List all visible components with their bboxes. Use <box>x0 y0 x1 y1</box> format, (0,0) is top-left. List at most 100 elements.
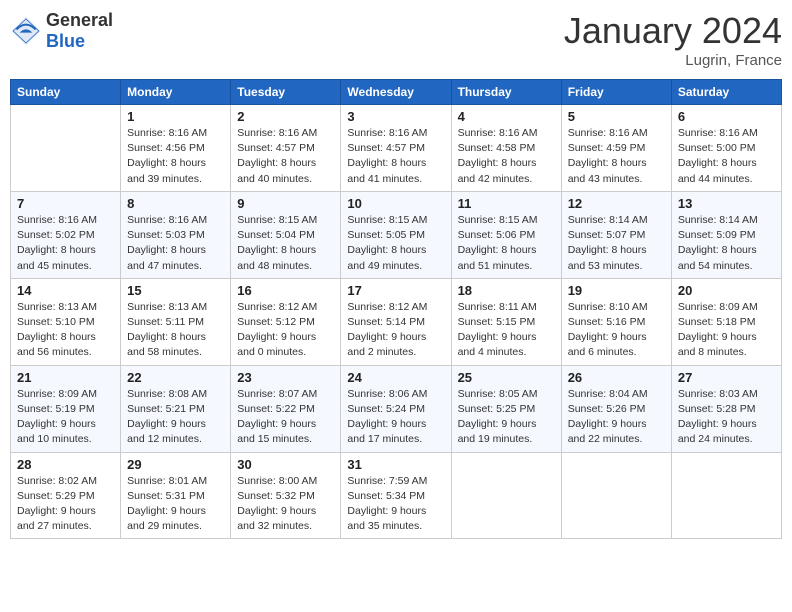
weekday-header-monday: Monday <box>121 80 231 105</box>
calendar-cell: 31 Sunrise: 7:59 AMSunset: 5:34 PMDayligh… <box>341 452 451 539</box>
day-number: 12 <box>568 196 665 211</box>
calendar-cell: 1 Sunrise: 8:16 AMSunset: 4:56 PMDaylight… <box>121 105 231 192</box>
calendar-cell: 26 Sunrise: 8:04 AMSunset: 5:26 PMDayligh… <box>561 365 671 452</box>
day-info: Sunrise: 8:15 AMSunset: 5:05 PMDaylight:… <box>347 213 444 274</box>
day-info: Sunrise: 8:08 AMSunset: 5:21 PMDaylight:… <box>127 387 224 448</box>
day-number: 6 <box>678 109 775 124</box>
calendar-cell <box>561 452 671 539</box>
day-number: 27 <box>678 370 775 385</box>
calendar-cell: 15 Sunrise: 8:13 AMSunset: 5:11 PMDayligh… <box>121 278 231 365</box>
weekday-header-friday: Friday <box>561 80 671 105</box>
calendar-cell: 23 Sunrise: 8:07 AMSunset: 5:22 PMDayligh… <box>231 365 341 452</box>
week-row-4: 28Sunrise: 8:02 AMSunset: 5:29 PMDayligh… <box>11 452 782 539</box>
day-number: 26 <box>568 370 665 385</box>
day-info: Sunrise: 8:16 AMSunset: 4:57 PMDaylight:… <box>237 126 334 187</box>
day-number: 5 <box>568 109 665 124</box>
calendar-cell: 21 Sunrise: 8:09 AMSunset: 5:19 PMDayligh… <box>11 365 121 452</box>
day-number: 11 <box>458 196 555 211</box>
day-info: Sunrise: 8:16 AMSunset: 5:03 PMDaylight:… <box>127 213 224 274</box>
day-number: 13 <box>678 196 775 211</box>
day-info: Sunrise: 8:09 AMSunset: 5:18 PMDaylight:… <box>678 300 775 361</box>
calendar-cell: 30Sunrise: 8:00 AMSunset: 5:32 PMDayligh… <box>231 452 341 539</box>
day-info: Sunrise: 8:15 AMSunset: 5:04 PMDaylight:… <box>237 213 334 274</box>
day-number: 16 <box>237 283 334 298</box>
day-info: Sunrise: 8:04 AMSunset: 5:26 PMDaylight:… <box>568 387 665 448</box>
day-number: 23 <box>237 370 334 385</box>
calendar-cell <box>671 452 781 539</box>
day-info: Sunrise: 8:13 AMSunset: 5:11 PMDaylight:… <box>127 300 224 361</box>
day-info: Sunrise: 8:00 AMSunset: 5:32 PMDaylight:… <box>237 474 334 535</box>
day-number: 4 <box>458 109 555 124</box>
day-info: Sunrise: 8:03 AMSunset: 5:28 PMDaylight:… <box>678 387 775 448</box>
day-info: Sunrise: 8:16 AMSunset: 4:59 PMDaylight:… <box>568 126 665 187</box>
calendar-cell: 25 Sunrise: 8:05 AMSunset: 5:25 PMDayligh… <box>451 365 561 452</box>
day-info: Sunrise: 8:09 AMSunset: 5:19 PMDaylight:… <box>17 387 114 448</box>
calendar-cell: 10 Sunrise: 8:15 AMSunset: 5:05 PMDayligh… <box>341 191 451 278</box>
weekday-header-wednesday: Wednesday <box>341 80 451 105</box>
day-info: Sunrise: 8:11 AMSunset: 5:15 PMDaylight:… <box>458 300 555 361</box>
day-number: 20 <box>678 283 775 298</box>
day-number: 17 <box>347 283 444 298</box>
day-info: Sunrise: 8:13 AMSunset: 5:10 PMDaylight:… <box>17 300 114 361</box>
calendar-cell: 28Sunrise: 8:02 AMSunset: 5:29 PMDayligh… <box>11 452 121 539</box>
month-title: January 2024 <box>564 10 782 52</box>
day-info: Sunrise: 8:16 AMSunset: 5:00 PMDaylight:… <box>678 126 775 187</box>
day-info: Sunrise: 8:07 AMSunset: 5:22 PMDaylight:… <box>237 387 334 448</box>
day-number: 31 <box>347 457 444 472</box>
calendar-cell <box>451 452 561 539</box>
weekday-header-thursday: Thursday <box>451 80 561 105</box>
day-number: 10 <box>347 196 444 211</box>
day-number: 29 <box>127 457 224 472</box>
day-number: 15 <box>127 283 224 298</box>
day-number: 18 <box>458 283 555 298</box>
day-info: Sunrise: 8:05 AMSunset: 5:25 PMDaylight:… <box>458 387 555 448</box>
location: Lugrin, France <box>564 52 782 69</box>
day-info: Sunrise: 8:16 AMSunset: 4:56 PMDaylight:… <box>127 126 224 187</box>
day-info: Sunrise: 8:16 AMSunset: 4:57 PMDaylight:… <box>347 126 444 187</box>
day-number: 1 <box>127 109 224 124</box>
day-number: 8 <box>127 196 224 211</box>
day-number: 2 <box>237 109 334 124</box>
calendar-cell: 18 Sunrise: 8:11 AMSunset: 5:15 PMDayligh… <box>451 278 561 365</box>
calendar-cell: 6 Sunrise: 8:16 AMSunset: 5:00 PMDaylight… <box>671 105 781 192</box>
calendar-table: SundayMondayTuesdayWednesdayThursdayFrid… <box>10 79 782 539</box>
day-number: 24 <box>347 370 444 385</box>
weekday-header-sunday: Sunday <box>11 80 121 105</box>
weekday-header-row: SundayMondayTuesdayWednesdayThursdayFrid… <box>11 80 782 105</box>
logo-blue: Blue <box>46 31 113 52</box>
day-number: 19 <box>568 283 665 298</box>
calendar-cell: 7Sunrise: 8:16 AMSunset: 5:02 PMDaylight… <box>11 191 121 278</box>
day-info: Sunrise: 8:02 AMSunset: 5:29 PMDaylight:… <box>17 474 114 535</box>
day-info: Sunrise: 8:06 AMSunset: 5:24 PMDaylight:… <box>347 387 444 448</box>
day-number: 21 <box>17 370 114 385</box>
day-number: 3 <box>347 109 444 124</box>
calendar-cell: 17 Sunrise: 8:12 AMSunset: 5:14 PMDayligh… <box>341 278 451 365</box>
day-info: Sunrise: 8:12 AMSunset: 5:14 PMDaylight:… <box>347 300 444 361</box>
calendar-cell: 11 Sunrise: 8:15 AMSunset: 5:06 PMDayligh… <box>451 191 561 278</box>
calendar-cell: 8 Sunrise: 8:16 AMSunset: 5:03 PMDaylight… <box>121 191 231 278</box>
day-number: 9 <box>237 196 334 211</box>
calendar-cell: 12 Sunrise: 8:14 AMSunset: 5:07 PMDayligh… <box>561 191 671 278</box>
day-number: 22 <box>127 370 224 385</box>
week-row-1: 7Sunrise: 8:16 AMSunset: 5:02 PMDaylight… <box>11 191 782 278</box>
logo-icon <box>10 15 42 47</box>
calendar-cell: 16Sunrise: 8:12 AMSunset: 5:12 PMDayligh… <box>231 278 341 365</box>
calendar-cell: 4 Sunrise: 8:16 AMSunset: 4:58 PMDaylight… <box>451 105 561 192</box>
calendar-cell: 13Sunrise: 8:14 AMSunset: 5:09 PMDayligh… <box>671 191 781 278</box>
day-number: 25 <box>458 370 555 385</box>
weekday-header-saturday: Saturday <box>671 80 781 105</box>
weekday-header-tuesday: Tuesday <box>231 80 341 105</box>
calendar-cell: 5 Sunrise: 8:16 AMSunset: 4:59 PMDaylight… <box>561 105 671 192</box>
calendar-cell: 3 Sunrise: 8:16 AMSunset: 4:57 PMDaylight… <box>341 105 451 192</box>
day-info: Sunrise: 8:15 AMSunset: 5:06 PMDaylight:… <box>458 213 555 274</box>
day-info: Sunrise: 8:16 AMSunset: 4:58 PMDaylight:… <box>458 126 555 187</box>
day-info: Sunrise: 8:14 AMSunset: 5:07 PMDaylight:… <box>568 213 665 274</box>
day-info: Sunrise: 8:16 AMSunset: 5:02 PMDaylight:… <box>17 213 114 274</box>
week-row-3: 21 Sunrise: 8:09 AMSunset: 5:19 PMDayligh… <box>11 365 782 452</box>
week-row-2: 14Sunrise: 8:13 AMSunset: 5:10 PMDayligh… <box>11 278 782 365</box>
calendar-cell: 22 Sunrise: 8:08 AMSunset: 5:21 PMDayligh… <box>121 365 231 452</box>
week-row-0: 1 Sunrise: 8:16 AMSunset: 4:56 PMDaylight… <box>11 105 782 192</box>
day-info: Sunrise: 7:59 AMSunset: 5:34 PMDaylight:… <box>347 474 444 535</box>
calendar-cell: 9 Sunrise: 8:15 AMSunset: 5:04 PMDaylight… <box>231 191 341 278</box>
calendar-cell: 19Sunrise: 8:10 AMSunset: 5:16 PMDayligh… <box>561 278 671 365</box>
